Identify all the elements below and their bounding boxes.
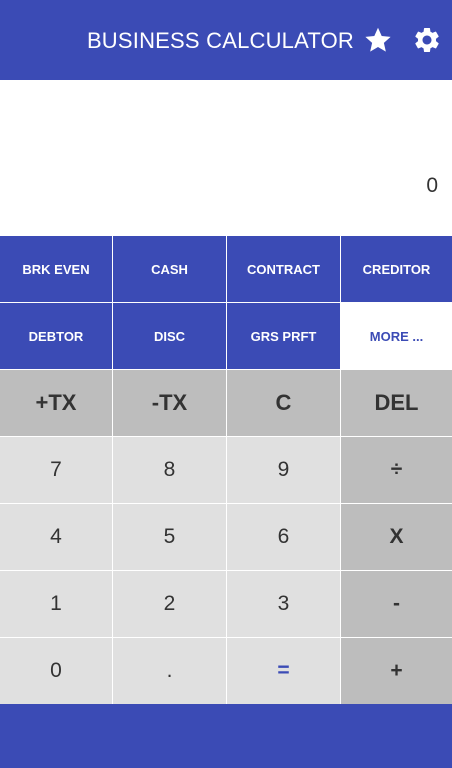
number-row-4: 0 . = + — [0, 638, 452, 705]
minus-button[interactable]: - — [341, 571, 452, 637]
grs-prft-button[interactable]: GRS PRFT — [227, 303, 340, 369]
debtor-button[interactable]: DEBTOR — [0, 303, 112, 369]
digit-6-button[interactable]: 6 — [227, 504, 340, 570]
equals-button[interactable]: = — [227, 638, 340, 704]
clear-button[interactable]: C — [227, 370, 340, 436]
divide-button[interactable]: ÷ — [341, 437, 452, 503]
digit-1-button[interactable]: 1 — [0, 571, 112, 637]
function-row-2: DEBTOR DISC GRS PRFT MORE ... — [0, 303, 452, 370]
digit-7-button[interactable]: 7 — [0, 437, 112, 503]
star-icon[interactable] — [363, 25, 393, 55]
display-value: 0 — [426, 174, 438, 197]
plus-button[interactable]: + — [341, 638, 452, 704]
digit-2-button[interactable]: 2 — [113, 571, 226, 637]
contract-button[interactable]: CONTRACT — [227, 236, 340, 302]
number-row-1: 7 8 9 ÷ — [0, 437, 452, 504]
operations-row: +TX -TX C DEL — [0, 370, 452, 437]
cash-button[interactable]: CASH — [113, 236, 226, 302]
decimal-button[interactable]: . — [113, 638, 226, 704]
digit-9-button[interactable]: 9 — [227, 437, 340, 503]
more-button[interactable]: MORE ... — [341, 303, 452, 369]
number-row-2: 4 5 6 X — [0, 504, 452, 571]
disc-button[interactable]: DISC — [113, 303, 226, 369]
keypad: BRK EVEN CASH CONTRACT CREDITOR DEBTOR D… — [0, 236, 452, 704]
delete-button[interactable]: DEL — [341, 370, 452, 436]
calculator-display: 0 — [0, 80, 452, 236]
bottom-bar — [0, 704, 452, 768]
multiply-button[interactable]: X — [341, 504, 452, 570]
number-row-3: 1 2 3 - — [0, 571, 452, 638]
subtract-tax-button[interactable]: -TX — [113, 370, 226, 436]
brk-even-button[interactable]: BRK EVEN — [0, 236, 112, 302]
app-bar: BUSINESS CALCULATOR — [0, 0, 452, 80]
creditor-button[interactable]: CREDITOR — [341, 236, 452, 302]
digit-5-button[interactable]: 5 — [113, 504, 226, 570]
digit-8-button[interactable]: 8 — [113, 437, 226, 503]
digit-3-button[interactable]: 3 — [227, 571, 340, 637]
add-tax-button[interactable]: +TX — [0, 370, 112, 436]
digit-0-button[interactable]: 0 — [0, 638, 112, 704]
digit-4-button[interactable]: 4 — [0, 504, 112, 570]
function-row-1: BRK EVEN CASH CONTRACT CREDITOR — [0, 236, 452, 303]
gear-icon[interactable] — [412, 25, 442, 55]
app-title: BUSINESS CALCULATOR — [86, 28, 354, 53]
